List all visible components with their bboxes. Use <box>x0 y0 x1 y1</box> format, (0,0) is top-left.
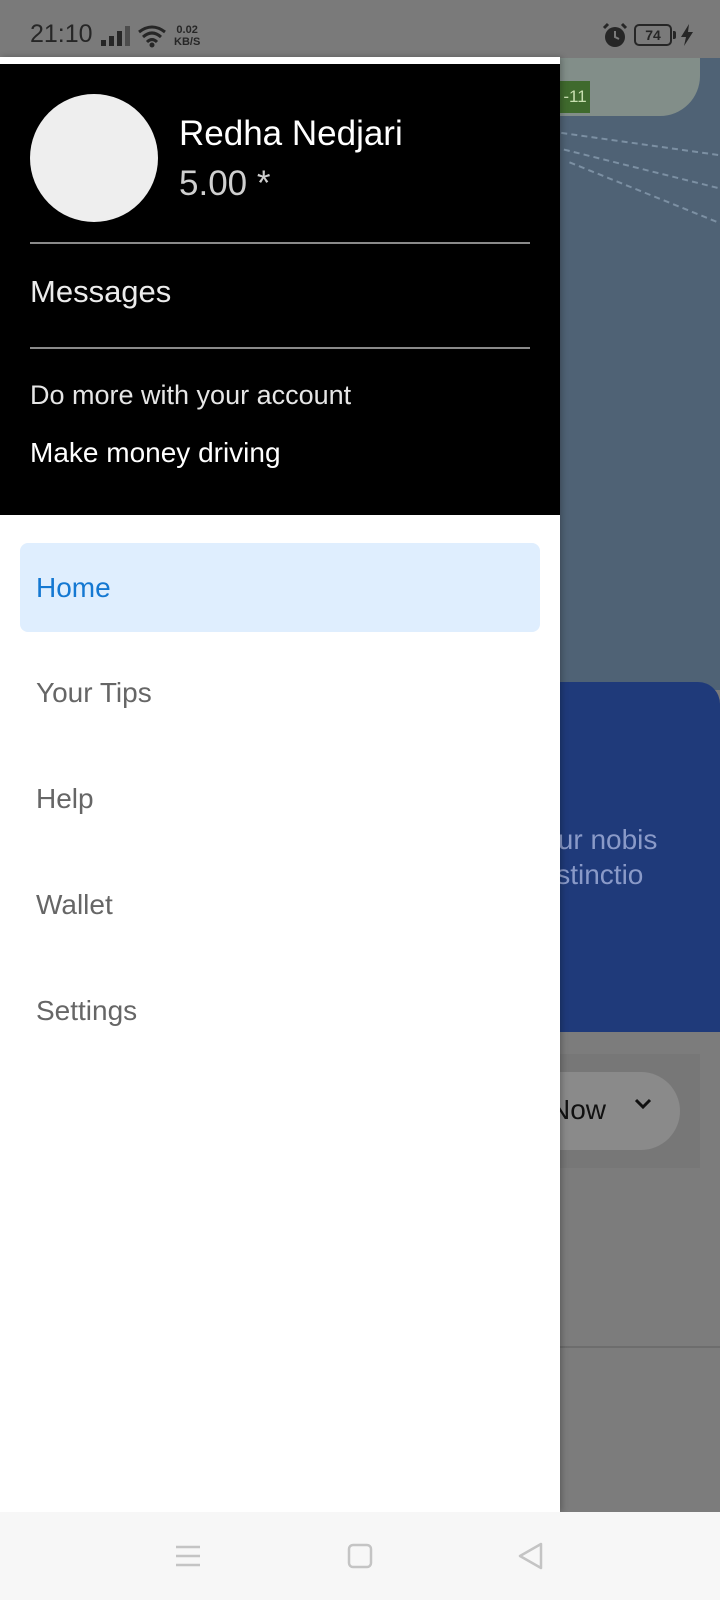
wifi-icon <box>138 25 166 48</box>
promo-card: tur nobis istinctio <box>540 682 720 1032</box>
menu-item-your-tips[interactable]: Your Tips <box>20 648 540 737</box>
menu-item-help[interactable]: Help <box>20 754 540 843</box>
alarm-icon <box>602 22 628 47</box>
profile-rating: 5.00 * <box>179 164 271 203</box>
chevron-down-icon <box>632 1090 654 1121</box>
system-nav-bar <box>0 1512 720 1600</box>
menu-item-home[interactable]: Home <box>20 543 540 632</box>
back-triangle-icon[interactable] <box>511 1536 551 1576</box>
promo-card-line: tur nobis <box>550 824 658 855</box>
map-route-line <box>563 148 720 214</box>
make-money-driving-link[interactable]: Make money driving <box>30 437 281 469</box>
promo-card-line: istinctio <box>550 859 644 890</box>
cell-signal-icon <box>101 26 130 46</box>
account-section-heading: Do more with your account <box>30 380 352 410</box>
promo-card-text: tur nobis istinctio <box>550 822 657 892</box>
network-speed-unit: KB/S <box>174 36 201 48</box>
navigation-drawer: Redha Nedjari 5.00 * Messages Do more wi… <box>0 57 560 1512</box>
messages-link[interactable]: Messages <box>30 274 171 310</box>
avatar[interactable] <box>30 94 158 222</box>
header-divider <box>30 242 530 244</box>
status-bar: 21:10 0.02 KB/S 74 <box>0 0 720 58</box>
menu-item-wallet[interactable]: Wallet <box>20 860 540 949</box>
battery-icon: 74 <box>634 24 676 46</box>
header-divider <box>30 347 530 349</box>
status-time: 21:10 <box>30 20 93 48</box>
drawer-header: Redha Nedjari 5.00 * Messages Do more wi… <box>0 64 560 515</box>
menu-icon[interactable] <box>168 1536 208 1576</box>
home-square-icon[interactable] <box>340 1536 380 1576</box>
booking-divider <box>540 1346 720 1348</box>
map-route-line <box>569 161 720 261</box>
map-route-line <box>561 131 720 171</box>
profile-name[interactable]: Redha Nedjari <box>179 114 403 154</box>
map-road-badge: -11 <box>560 81 590 113</box>
network-speed-value: 0.02 <box>176 24 198 36</box>
charging-icon <box>681 24 693 46</box>
network-speed: 0.02 KB/S <box>174 24 200 48</box>
menu-item-settings[interactable]: Settings <box>20 966 540 1055</box>
